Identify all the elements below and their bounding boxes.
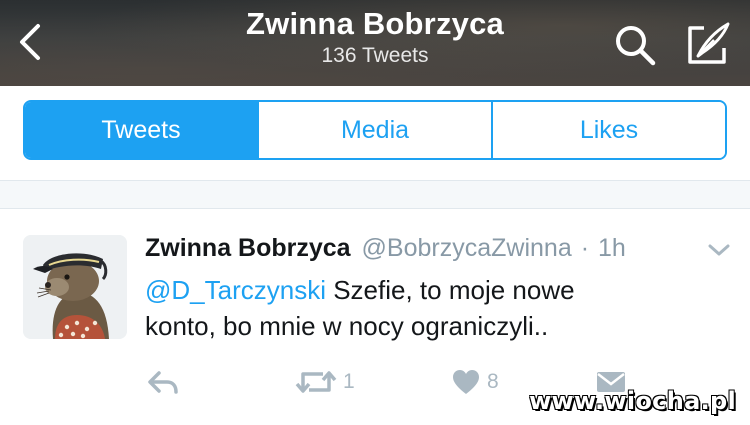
- separator-dot: ·: [580, 234, 590, 262]
- profile-header: Zwinna Bobrzyca 136 Tweets: [0, 0, 750, 86]
- avatar[interactable]: [23, 235, 127, 339]
- tweet-text-line2: konto, bo mnie w nocy ograniczyli..: [145, 311, 549, 341]
- search-button[interactable]: [612, 22, 658, 68]
- tab-media[interactable]: Media: [257, 102, 491, 158]
- reply-button[interactable]: [147, 364, 179, 400]
- tweet-text: @D_Tarczynski Szefie, to moje nowe konto…: [145, 272, 705, 344]
- tweet[interactable]: Zwinna Bobrzyca @BobrzycaZwinna · 1h @D_…: [0, 209, 750, 425]
- retweet-count: 1: [343, 370, 355, 393]
- section-divider: [0, 181, 750, 209]
- compose-button[interactable]: [684, 20, 732, 68]
- user-handle[interactable]: @BobrzycaZwinna: [362, 234, 572, 262]
- tabs-bar: Tweets Media Likes: [0, 86, 750, 181]
- otter-avatar-image: [23, 235, 127, 339]
- like-count: 8: [487, 370, 499, 393]
- reply-icon: [148, 371, 178, 394]
- tweet-text-line1: Szefie, to moje nowe: [325, 275, 575, 305]
- tweet-header: Zwinna Bobrzyca @BobrzycaZwinna · 1h: [145, 233, 626, 263]
- tab-tweets[interactable]: Tweets: [25, 102, 257, 158]
- compose-icon: [688, 22, 730, 64]
- segmented-control: Tweets Media Likes: [23, 100, 727, 160]
- retweet-icon: [295, 371, 337, 393]
- retweet-button[interactable]: 1: [295, 364, 355, 400]
- tab-likes[interactable]: Likes: [491, 102, 725, 158]
- tweet-options-button[interactable]: [705, 239, 733, 261]
- watermark: www.wiocha.pl: [529, 387, 736, 415]
- search-icon: [616, 26, 656, 66]
- mention-link[interactable]: @D_Tarczynski: [145, 275, 326, 305]
- display-name[interactable]: Zwinna Bobrzyca: [145, 234, 351, 262]
- tweet-timestamp: 1h: [597, 234, 626, 262]
- heart-icon: [453, 370, 479, 394]
- caret-down-icon: [708, 244, 730, 256]
- like-button[interactable]: 8: [451, 364, 499, 400]
